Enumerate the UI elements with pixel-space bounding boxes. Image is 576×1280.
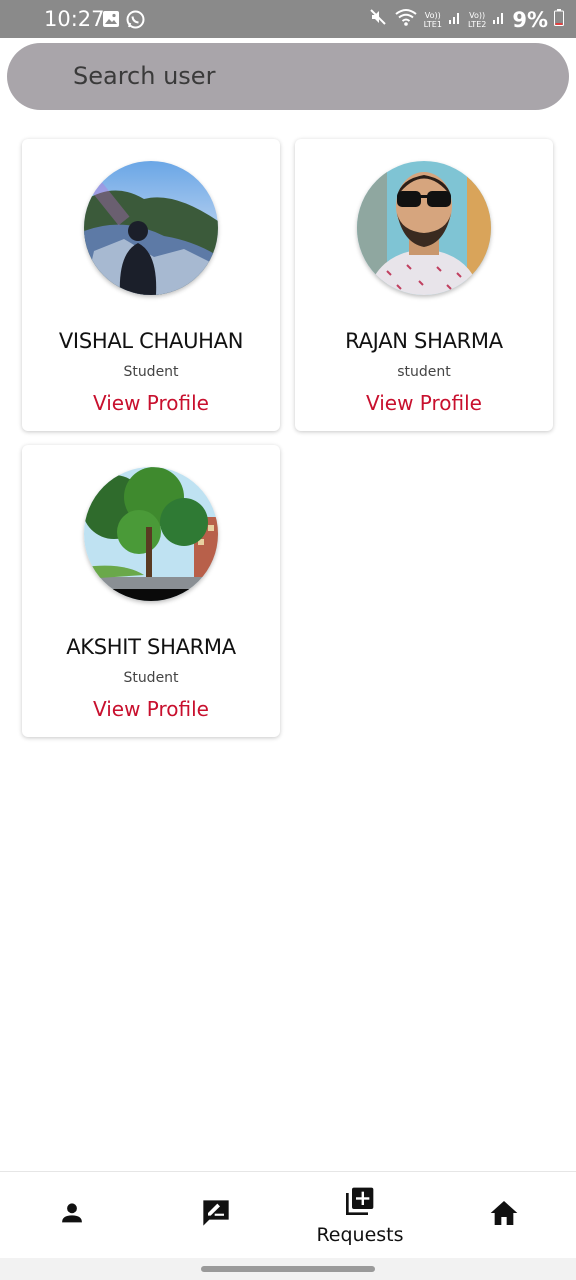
home-icon [488,1197,520,1234]
user-name: RAJAN SHARMA [345,329,503,353]
signal-icon [448,9,462,30]
nav-requests[interactable]: Requests [288,1172,432,1259]
status-time: 10:27 [44,7,105,31]
user-role: student [397,364,451,380]
gesture-handle[interactable] [201,1266,375,1272]
user-name: AKSHIT SHARMA [66,635,236,659]
search-bar[interactable] [7,43,569,110]
user-role: Student [123,364,179,380]
edit-message-icon [200,1197,232,1234]
avatar [84,161,218,295]
view-profile-link[interactable]: View Profile [295,391,553,415]
avatar [84,467,218,601]
avatar [357,161,491,295]
view-profile-link[interactable]: View Profile [22,697,280,721]
user-card[interactable]: RAJAN SHARMA student View Profile [295,139,553,431]
wifi-icon [394,7,418,32]
gallery-icon [102,10,120,34]
user-card[interactable]: AKSHIT SHARMA Student View Profile [22,445,280,737]
search-input[interactable] [73,58,493,94]
battery-icon [554,8,564,31]
gesture-area [0,1258,576,1280]
add-library-icon [344,1185,376,1222]
person-icon [58,1199,86,1232]
battery-percent: 9% [512,7,548,32]
nav-home[interactable] [432,1172,576,1259]
bottom-navigation: Requests [0,1171,576,1258]
user-role: Student [123,670,179,686]
nav-messages[interactable] [144,1172,288,1259]
status-bar: 10:27 Vo)) LTE1 Vo)) LTE2 9% [0,0,576,38]
user-card[interactable]: VISHAL CHAUHAN Student View Profile [22,139,280,431]
signal-icon [492,9,506,30]
whatsapp-icon [126,10,145,34]
nav-profile[interactable] [0,1172,144,1259]
view-profile-link[interactable]: View Profile [22,391,280,415]
user-name: VISHAL CHAUHAN [58,329,244,353]
mute-icon [368,7,388,32]
nav-label: Requests [316,1224,404,1246]
